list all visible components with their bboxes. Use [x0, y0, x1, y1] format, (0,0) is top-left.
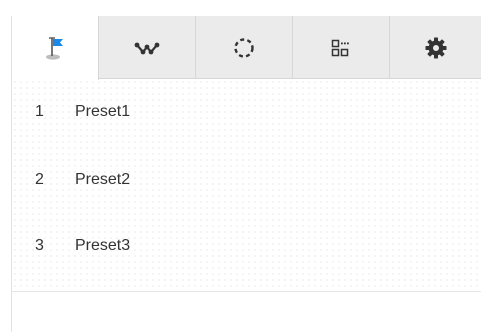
tab-preset[interactable]	[12, 16, 99, 80]
tab-tour[interactable]	[99, 16, 196, 79]
preset-name: Preset3	[75, 237, 131, 254]
preset-number: 1	[35, 103, 44, 120]
preset-row[interactable]: 3 Preset3	[12, 213, 481, 279]
ptz-control-panel: 1 Preset1 2 Preset2 3 Preset3	[0, 0, 481, 332]
scan-circle-icon	[234, 37, 254, 58]
preset-list: 1 Preset1 2 Preset2 3 Preset3	[12, 79, 481, 292]
preset-flag-icon	[46, 37, 63, 60]
tab-settings[interactable]	[390, 16, 481, 79]
preset-name: Preset1	[75, 103, 131, 120]
function-tab-bar	[12, 16, 481, 80]
tab-scan[interactable]	[196, 16, 293, 79]
settings-gear-icon	[425, 37, 447, 58]
preset-row[interactable]: 2 Preset2	[12, 147, 481, 213]
preset-number: 3	[35, 237, 44, 254]
preset-name: Preset2	[75, 171, 131, 188]
ptz-panel-frame: 1 Preset1 2 Preset2 3 Preset3	[11, 16, 481, 332]
pattern-grid-icon	[331, 39, 349, 56]
tour-path-icon	[134, 42, 160, 54]
preset-number: 2	[35, 171, 44, 188]
preset-row[interactable]: 1 Preset1	[12, 79, 481, 145]
tab-pattern[interactable]	[293, 16, 390, 79]
